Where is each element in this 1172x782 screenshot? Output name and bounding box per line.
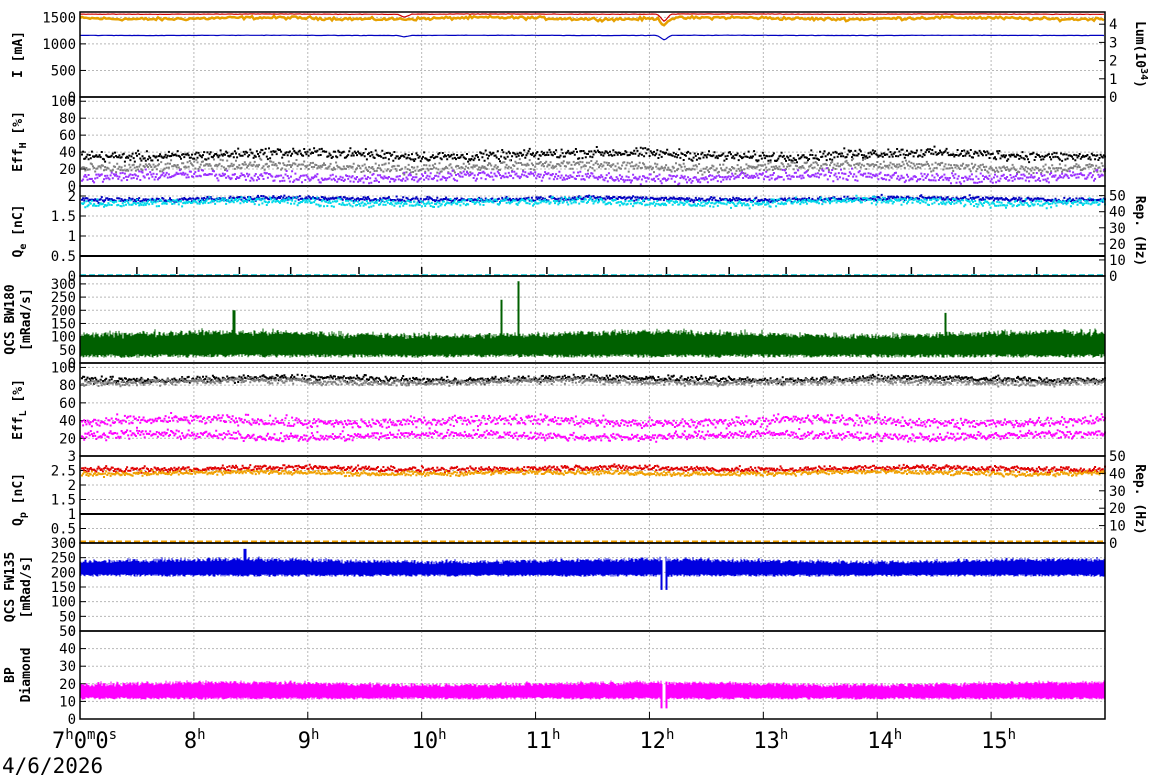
y2-tick-label: 50 (1109, 189, 1126, 205)
y2-tick-label: 2 (1109, 54, 1117, 70)
y2-tick-label: 0 (1109, 90, 1117, 106)
x-tick-label: 9h (298, 727, 320, 754)
series-2-1 (81, 145, 1106, 164)
y-tick-label: 150 (51, 580, 76, 596)
x-tick-label: 8h (184, 727, 206, 754)
series-3-3-spikes (136, 267, 1038, 274)
y2-tick-label: 40 (1109, 466, 1126, 482)
y-axis-label: BP (3, 667, 18, 683)
y-tick-label: 50 (59, 624, 76, 640)
panel-5: 2040 60 80 100 EffL [%] (11, 360, 1106, 457)
y2-tick-label: 0 (1109, 269, 1117, 285)
y-tick-label: 60 (59, 128, 76, 144)
x-tick-label: 10h (412, 727, 447, 754)
y-tick-label: 200 (51, 565, 76, 581)
y-tick-label: 100 (51, 595, 76, 611)
y-tick-label: 30 (59, 659, 76, 675)
panel-6: 00.511.522.53Qp [nC]01020304050Rep. (Hz) (11, 449, 1147, 552)
y-tick-label: 300 (51, 277, 76, 293)
y-axis-label: I [mA] (11, 31, 26, 78)
series-8-1 (79, 680, 1106, 709)
y2-axis-label: Rep. (Hz) (1132, 464, 1147, 534)
y-tick-label: 40 (59, 642, 76, 658)
y2-axis-label: Rep. (Hz) (1132, 196, 1147, 266)
x-tick-label: 13h (753, 727, 788, 754)
y-tick-label: 2.5 (51, 464, 76, 480)
y-axis-label-2: [mRad/s] (19, 288, 34, 351)
y-tick-label: 40 (59, 414, 76, 430)
y-tick-label: 40 (59, 145, 76, 161)
y-tick-label: 20 (59, 431, 76, 447)
x-tick-label: 7h0m0s (52, 727, 117, 754)
x-tick-label: 12h (639, 727, 674, 754)
y-axis-label-2: [mRad/s] (19, 556, 34, 619)
accelerator-monitor-chart: 050010001500I [mA]01234 Lum(1034)02040608… (3, 10, 1149, 754)
y-tick-label: 500 (51, 63, 76, 79)
y-axis-label: QCS FW135 (3, 552, 18, 622)
panel-frame (79, 630, 1106, 720)
y2-tick-label: 3 (1109, 35, 1117, 51)
y2-tick-label: 20 (1109, 237, 1126, 253)
y-tick-label: 20 (59, 677, 76, 693)
y-tick-label: 300 (51, 536, 76, 552)
y-axis-label: EffH [%] (11, 111, 29, 172)
y-tick-label: 0.5 (51, 249, 76, 265)
y-tick-label: 250 (51, 551, 76, 567)
series-5-3 (81, 412, 1106, 430)
y-axis-label: EffL [%] (11, 379, 29, 440)
panel-2: 020406080100EffH [%] (11, 94, 1106, 195)
panel-4: 050100150200250300QCS BW180 [mRad/s] (3, 275, 1106, 372)
y2-tick-label: 10 (1109, 519, 1126, 535)
y2-tick-label: 10 (1109, 253, 1126, 269)
y-axis-label: Qp [nC] (11, 473, 29, 526)
y-tick-label: 100 (51, 360, 76, 376)
x-tick-label: 11h (526, 727, 561, 754)
series-6-2 (81, 468, 1106, 478)
y2-tick-label: 1 (1109, 72, 1117, 88)
y-tick-label: 100 (51, 94, 76, 110)
y-tick-label: 3 (68, 449, 76, 465)
series-5-4 (81, 428, 1106, 443)
y-tick-label: 2 (68, 189, 76, 205)
y-axis-label-2: Diamond (19, 648, 34, 703)
y-tick-label: 0 (68, 712, 76, 728)
y-tick-label: 1.5 (51, 493, 76, 509)
panel-7: 050100150200250300QCS FW135 [mRad/s] (3, 536, 1106, 640)
y-tick-label: 1500 (42, 10, 76, 26)
y-tick-label: 80 (59, 111, 76, 127)
y-tick-label: 60 (59, 396, 76, 412)
x-tick-label: 14h (867, 727, 902, 754)
y-axis-label: Qe [nC] (11, 205, 29, 258)
y2-tick-label: 30 (1109, 484, 1126, 500)
y2-tick-label: 0 (1109, 536, 1117, 552)
panel-1: 050010001500I [mA]01234 Lum(1034) (11, 10, 1149, 106)
y2-tick-label: 4 (1109, 17, 1117, 33)
y-tick-label: 50 (59, 609, 76, 625)
y2-axis-label: Lum(1034) (1132, 21, 1149, 88)
y-tick-label: 1.5 (51, 209, 76, 225)
series-7-1 (79, 548, 1106, 590)
series-1-3 (80, 34, 1105, 41)
y-tick-label: 2 (68, 478, 76, 494)
y-tick-label: 20 (59, 162, 76, 178)
y-tick-label: 10 (59, 694, 76, 710)
panel-frame (79, 11, 1106, 98)
y-tick-label: 1 (68, 507, 76, 523)
series-4-1 (79, 281, 1106, 358)
y-tick-label: 80 (59, 378, 76, 394)
panel-8: 0 1020 3040 50 BP Diamond (3, 624, 1106, 728)
y2-tick-label: 30 (1109, 221, 1126, 237)
y-tick-label: 1 (68, 229, 76, 245)
series-2-3 (81, 167, 1106, 186)
panel-3: 00.511.52Qe [nC]01020304050 Rep. (Hz) (11, 185, 1147, 285)
date-label: 4/6/2026 (2, 754, 104, 778)
y2-tick-label: 50 (1109, 449, 1126, 465)
y2-tick-label: 40 (1109, 205, 1126, 221)
series-1-1 (79, 13, 1105, 27)
x-tick-label: 15h (981, 727, 1016, 754)
y-tick-label: 1000 (42, 37, 76, 53)
y-axis-label: QCS BW180 (3, 284, 18, 355)
y2-tick-label: 20 (1109, 501, 1126, 517)
